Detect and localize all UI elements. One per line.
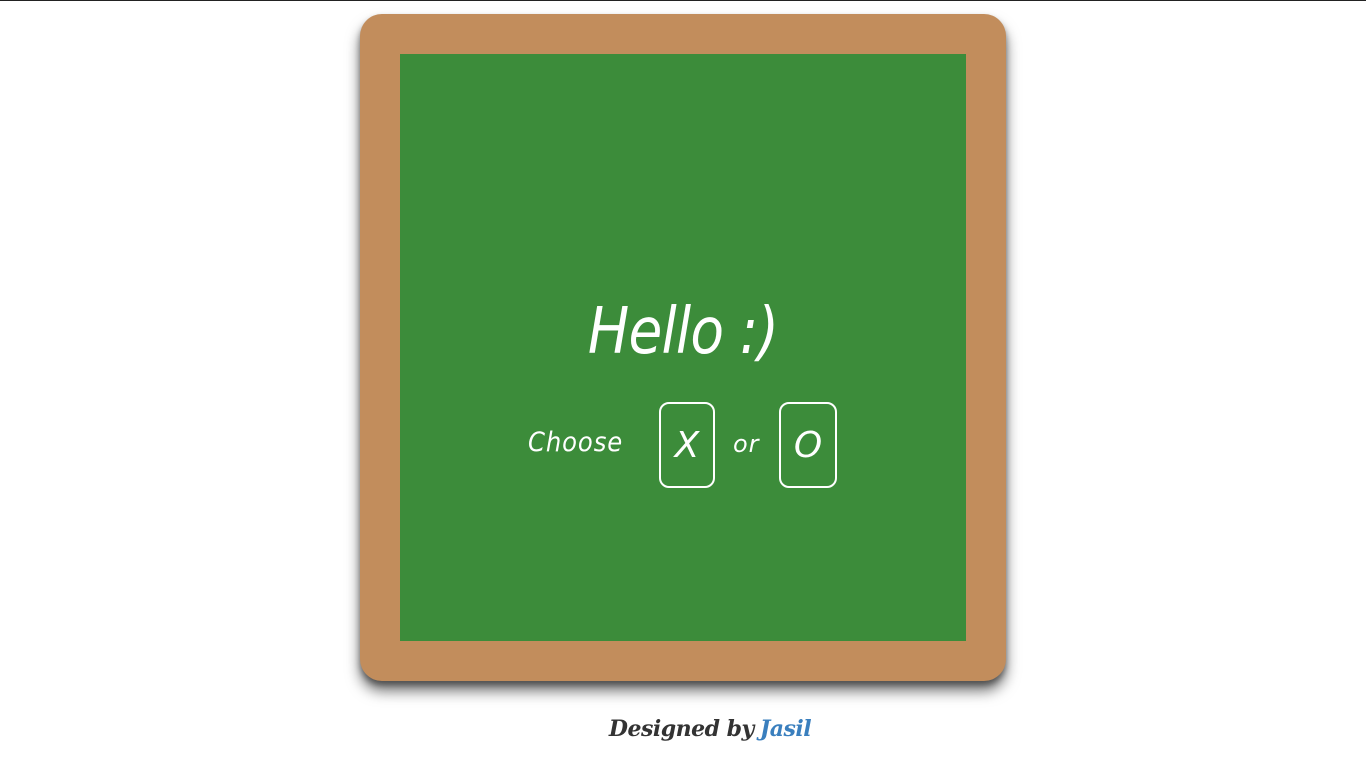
choose-o-button[interactable]: O — [779, 402, 837, 488]
designed-by-label: Designed by — [608, 716, 754, 742]
top-border-line — [0, 0, 1366, 1]
chalkboard-frame: Hello :) Choose X or O — [360, 14, 1006, 681]
or-label: or — [733, 430, 760, 458]
author-link[interactable]: Jasil — [760, 716, 812, 742]
chalkboard-surface: Hello :) Choose X or O — [400, 54, 966, 641]
greeting-title: Hello :) — [587, 295, 779, 369]
designer-credit: Designed by Jasil — [27, 716, 1366, 742]
choose-x-button[interactable]: X — [659, 402, 715, 488]
choose-label: Choose — [528, 427, 624, 458]
